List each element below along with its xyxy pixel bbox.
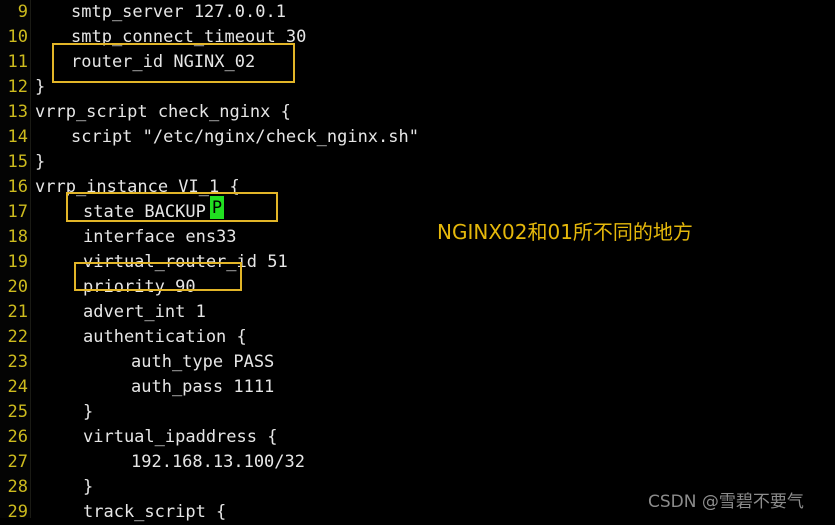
line-number: 24 xyxy=(7,377,28,397)
code-line[interactable]: 20 priority 90 xyxy=(0,275,835,300)
line-number: 26 xyxy=(7,427,28,447)
code-line[interactable]: 25} xyxy=(0,400,835,425)
line-number: 23 xyxy=(7,352,28,372)
code-text: virtual_router_id 51 xyxy=(83,252,288,272)
code-text: smtp_server 127.0.0.1 xyxy=(71,2,286,22)
code-line[interactable]: 16 vrrp_instance VI_1 { xyxy=(0,175,835,200)
code-text: } xyxy=(83,402,94,422)
code-text: advert_int 1 xyxy=(83,302,206,322)
line-number: 12 xyxy=(7,77,28,97)
code-line[interactable]: 24 auth_pass 1111 xyxy=(0,375,835,400)
text-cursor-block: P xyxy=(210,196,224,219)
code-line[interactable]: 13 vrrp_script check_nginx { xyxy=(0,100,835,125)
code-line[interactable]: 21 advert_int 1 xyxy=(0,300,835,325)
line-number: 29 xyxy=(7,502,28,522)
line-number: 14 xyxy=(7,127,28,147)
line-number: 28 xyxy=(7,477,28,497)
code-line[interactable]: 17 state BACKUP xyxy=(0,200,835,225)
code-text: } xyxy=(35,77,46,97)
code-line[interactable]: 9 smtp_server 127.0.0.1 xyxy=(0,0,835,25)
code-line[interactable]: 22 authentication { xyxy=(0,325,835,350)
code-line[interactable]: 19 virtual_router_id 51 xyxy=(0,250,835,275)
code-text: interface ens33 xyxy=(83,227,237,247)
csdn-watermark: CSDN @雪碧不要气 xyxy=(648,492,804,512)
code-text: auth_pass 1111 xyxy=(131,377,275,397)
code-text: authentication { xyxy=(83,327,247,347)
line-number: 13 xyxy=(7,102,28,122)
code-text: vrrp_script check_nginx { xyxy=(35,102,291,122)
line-number: 25 xyxy=(7,402,28,422)
line-number: 20 xyxy=(7,277,28,297)
code-text: smtp_connect_timeout 30 xyxy=(71,27,307,47)
code-line[interactable]: 10 smtp_connect_timeout 30 xyxy=(0,25,835,50)
code-text: script "/etc/nginx/check_nginx.sh" xyxy=(71,127,419,147)
code-text: auth_type PASS xyxy=(131,352,275,372)
line-number: 22 xyxy=(7,327,28,347)
code-line[interactable]: 11 router_id NGINX_02 xyxy=(0,50,835,75)
line-number: 27 xyxy=(7,452,28,472)
line-number: 21 xyxy=(7,302,28,322)
code-editor[interactable]: 9 smtp_server 127.0.0.1 10 smtp_connect_tim… xyxy=(0,0,835,522)
code-line[interactable]: 14 script "/etc/nginx/check_nginx.sh" xyxy=(0,125,835,150)
code-line[interactable]: 15} xyxy=(0,150,835,175)
code-text: router_id NGINX_02 xyxy=(71,52,256,72)
code-text: virtual_ipaddress { xyxy=(83,427,278,447)
code-text: priority 90 xyxy=(83,277,196,297)
line-number: 17 xyxy=(7,202,28,222)
line-number: 10 xyxy=(7,27,28,47)
line-number: 16 xyxy=(7,177,28,197)
line-number: 19 xyxy=(7,252,28,272)
code-line[interactable]: 12} xyxy=(0,75,835,100)
line-number: 11 xyxy=(7,52,28,72)
code-line[interactable]: 27 192.168.13.100/32 xyxy=(0,450,835,475)
code-text: track_script { xyxy=(83,502,227,522)
code-text: } xyxy=(83,477,94,497)
code-text: state BACKUP xyxy=(83,202,206,222)
code-text: vrrp_instance VI_1 { xyxy=(35,177,240,197)
code-text: 192.168.13.100/32 xyxy=(131,452,305,472)
line-number: 18 xyxy=(7,227,28,247)
code-line[interactable]: 26 virtual_ipaddress { xyxy=(0,425,835,450)
code-line[interactable]: 23 auth_type PASS xyxy=(0,350,835,375)
code-text: } xyxy=(35,152,46,172)
annotation-text: NGINX02和01所不同的地方 xyxy=(437,220,693,244)
line-number: 9 xyxy=(17,2,28,22)
code-line[interactable]: 18 interface ens33 xyxy=(0,225,835,250)
line-number: 15 xyxy=(7,152,28,172)
